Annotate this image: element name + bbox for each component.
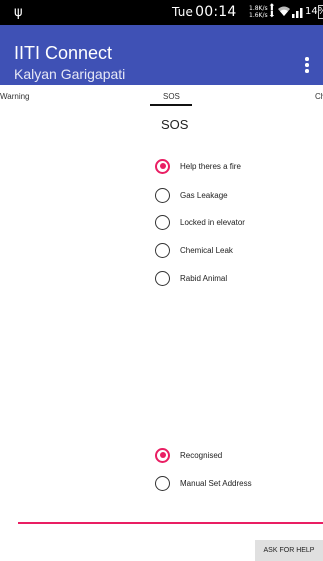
- radio-button[interactable]: [155, 158, 170, 174]
- radio-button[interactable]: [155, 270, 170, 286]
- radio-button[interactable]: [155, 187, 170, 203]
- wifi-icon: [278, 6, 290, 16]
- radio-button[interactable]: [155, 242, 170, 258]
- radio-option-fire[interactable]: Help theres a fire: [155, 157, 241, 175]
- radio-label: Rabid Animal: [180, 273, 228, 283]
- radio-label: Recognised: [180, 450, 223, 460]
- net-speed: 1.8K/s 1.6K/s: [249, 5, 268, 19]
- clock-day: Tue: [172, 5, 194, 19]
- app-toolbar: IITI Connect Kalyan Garigapati: [0, 25, 323, 85]
- tab-sos[interactable]: SOS: [163, 92, 180, 101]
- text-field-underline[interactable]: [18, 522, 323, 524]
- net-arrows-icon: ⬆ ⬇: [268, 3, 276, 20]
- radio-label: Help theres a fire: [180, 161, 241, 171]
- battery-icon: [318, 5, 323, 19]
- net-speed-up: 1.8K/s: [249, 5, 268, 12]
- radio-label: Locked in elevator: [180, 217, 245, 227]
- radio-button[interactable]: [155, 475, 170, 491]
- section-title: SOS: [161, 117, 189, 132]
- status-bar: ψ Tue00:14 1.8K/s 1.6K/s ⬆⬇ 14%: [0, 0, 323, 25]
- radio-label: Manual Set Address: [180, 478, 252, 488]
- app-title: IITI Connect: [14, 43, 113, 63]
- net-speed-down: 1.6K/s: [249, 12, 268, 19]
- ask-for-help-button[interactable]: ASK FOR HELP: [255, 540, 323, 561]
- usb-icon: ψ: [14, 5, 23, 20]
- radio-option-gas-leakage[interactable]: Gas Leakage: [155, 186, 228, 204]
- signal-icon: [292, 8, 303, 18]
- radio-label: Gas Leakage: [180, 190, 228, 200]
- radio-option-manual-address[interactable]: Manual Set Address: [155, 474, 252, 492]
- tab-indicator: [150, 104, 192, 106]
- radio-option-recognised[interactable]: Recognised: [155, 446, 222, 464]
- tab-warning[interactable]: Warning: [0, 92, 30, 101]
- radio-button[interactable]: [155, 214, 170, 230]
- app-subtitle: Kalyan Garigapati: [14, 66, 126, 82]
- radio-option-locked-elevator[interactable]: Locked in elevator: [155, 213, 245, 231]
- radio-button[interactable]: [155, 447, 170, 463]
- radio-option-chemical-leak[interactable]: Chemical Leak: [155, 241, 233, 259]
- radio-label: Chemical Leak: [180, 245, 233, 255]
- clock: Tue 00:14: [172, 4, 236, 20]
- radio-option-rabid-animal[interactable]: Rabid Animal: [155, 269, 227, 287]
- clock-time: 00:14: [195, 4, 237, 20]
- overflow-menu-icon[interactable]: [304, 57, 310, 75]
- tab-next[interactable]: Ch: [315, 92, 323, 101]
